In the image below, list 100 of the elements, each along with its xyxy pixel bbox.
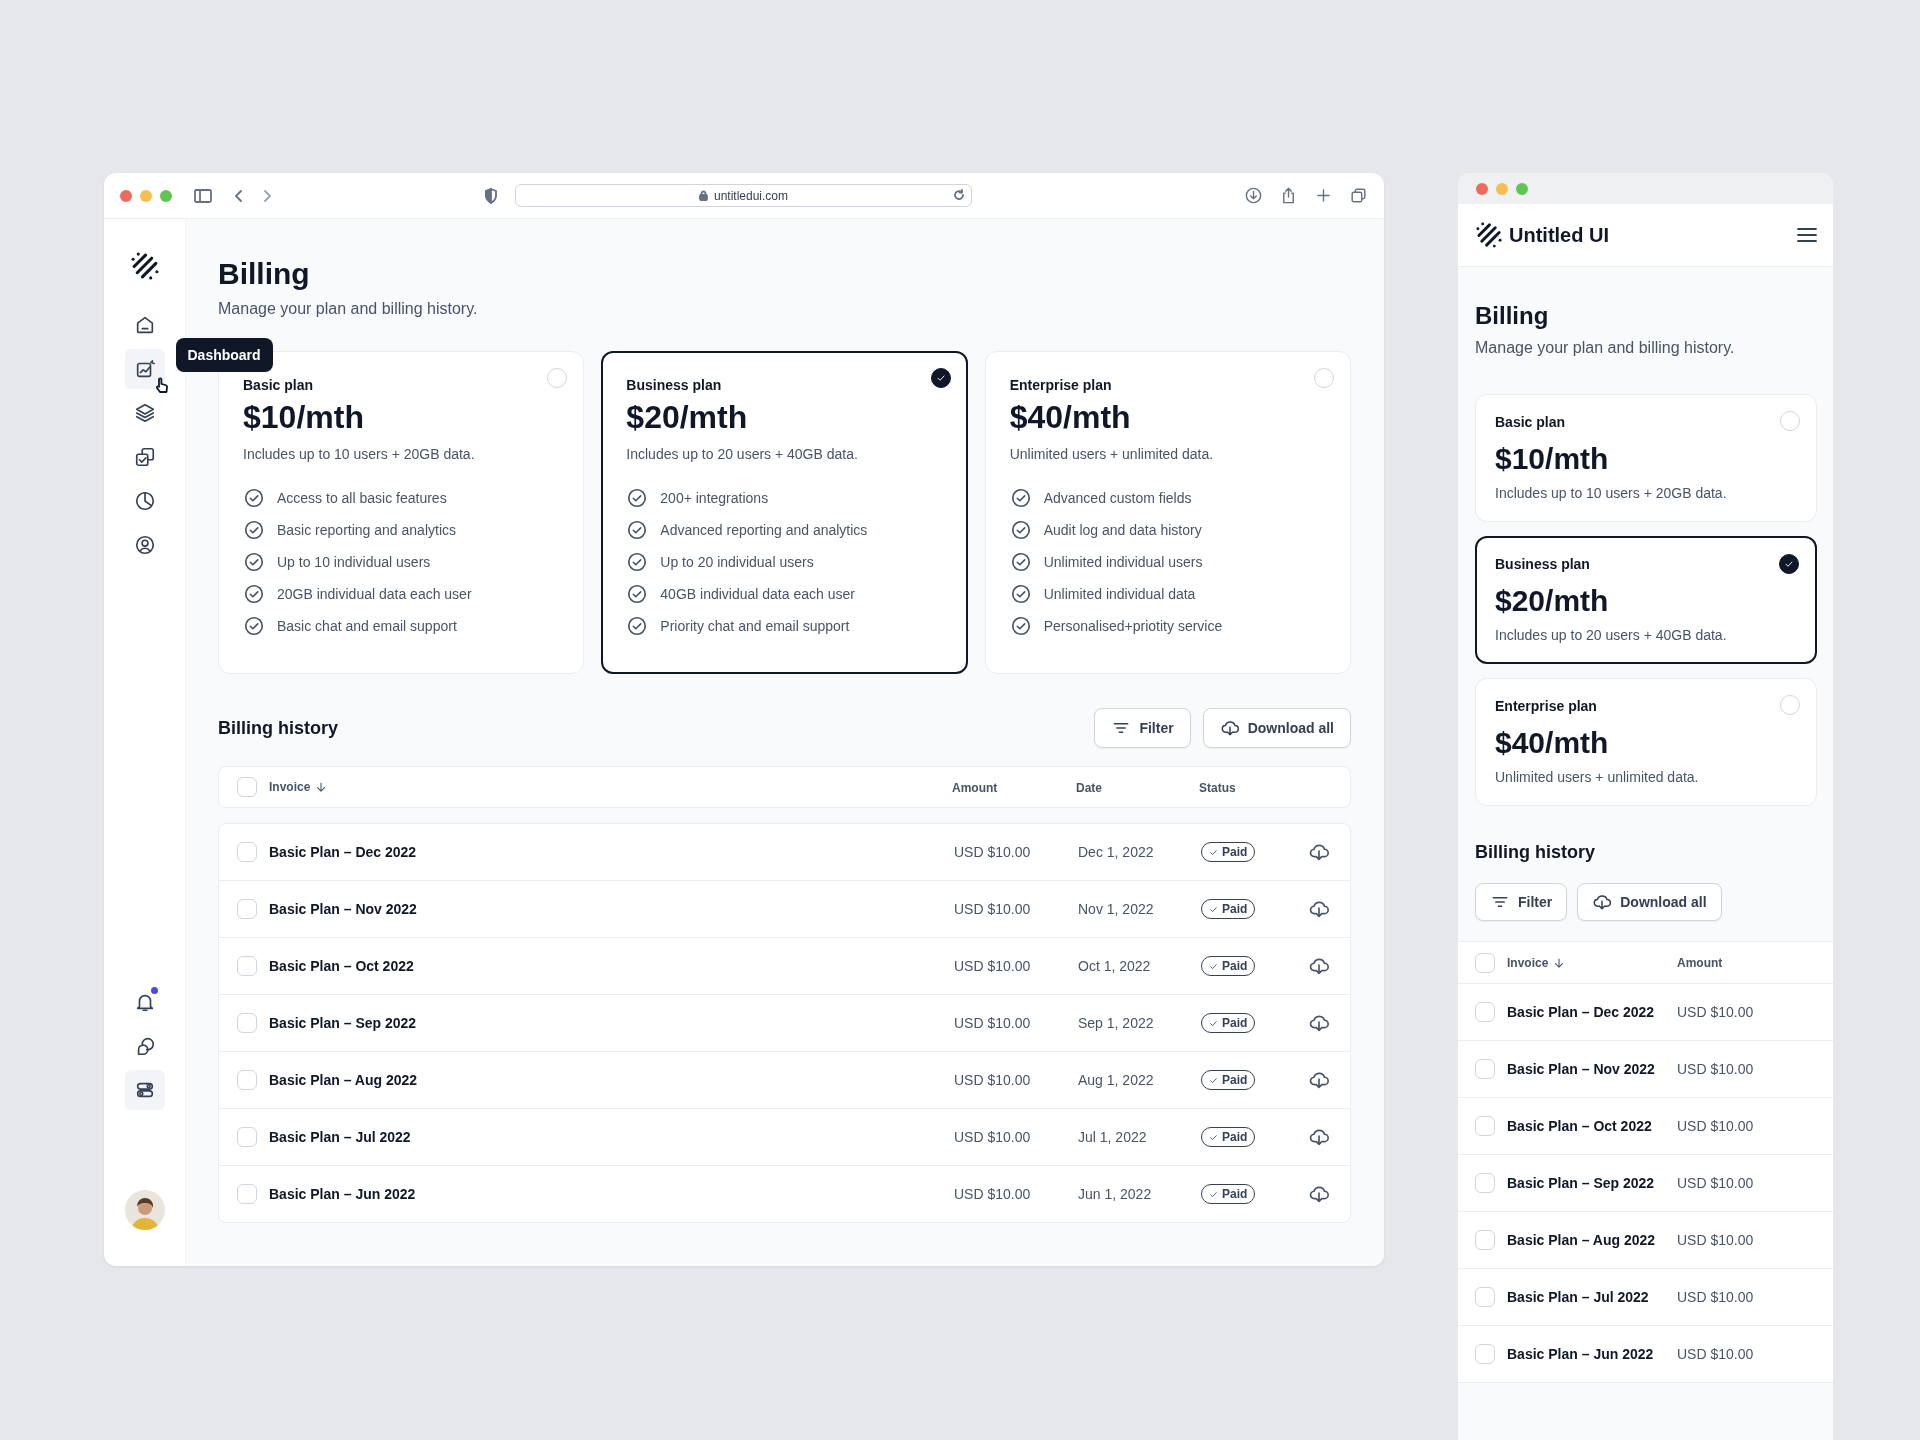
date-cell-text: Jun 1, 2022 bbox=[1078, 1186, 1153, 1202]
checkbox[interactable] bbox=[1475, 1230, 1495, 1250]
page-title: Billing bbox=[1475, 301, 1550, 331]
column-header: Invoice bbox=[269, 780, 311, 794]
check-circle-icon bbox=[626, 519, 649, 541]
plus-icon[interactable] bbox=[1314, 186, 1333, 205]
checkbox[interactable] bbox=[237, 899, 257, 919]
amount-cell-text: USD $10.00 bbox=[954, 1072, 1032, 1088]
notification-dot bbox=[150, 987, 158, 994]
checkbox[interactable] bbox=[1475, 1116, 1495, 1136]
check-circle-icon bbox=[1009, 551, 1032, 573]
column-header: Status bbox=[1199, 781, 1236, 795]
page-subtitle: Manage your plan and billing history. bbox=[1475, 338, 1736, 358]
invoice-name: Basic Plan – Jun 2022 bbox=[269, 1186, 417, 1202]
date-cell-text: Aug 1, 2022 bbox=[1078, 1072, 1155, 1088]
checkbox[interactable] bbox=[237, 1184, 257, 1204]
amount-cell-text: USD $10.00 bbox=[954, 901, 1032, 917]
section-title: Billing history bbox=[1475, 841, 1596, 864]
plan-name: Enterprise plan bbox=[1495, 697, 1597, 716]
plan-description: Unlimited users + unlimited data. bbox=[1495, 768, 1700, 787]
check-circle-icon bbox=[243, 487, 265, 509]
plan-description: Unlimited users + unlimited data. bbox=[1009, 445, 1215, 464]
checkbox[interactable] bbox=[1475, 1002, 1495, 1022]
checkbox[interactable] bbox=[237, 842, 257, 862]
plan-card[interactable]: Business plan $20/mth Includes up to 20 users + 40GB data. bbox=[1475, 536, 1817, 664]
amount-cell: USD $10.00 bbox=[1677, 1175, 1754, 1191]
checkbox[interactable] bbox=[237, 1070, 257, 1090]
plan-price: $20/mth bbox=[626, 398, 749, 437]
invoice-name: Basic Plan – Jun 2022 bbox=[1507, 1346, 1655, 1362]
plan-name: Basic plan bbox=[1495, 413, 1566, 432]
checkbox[interactable] bbox=[1475, 1173, 1495, 1193]
sidebar-icon[interactable] bbox=[194, 187, 212, 204]
date-cell-text: Sep 1, 2022 bbox=[1078, 1015, 1155, 1031]
amount-cell: USD $10.00 bbox=[1677, 1004, 1754, 1020]
window-control[interactable] bbox=[1476, 182, 1488, 195]
shield-icon bbox=[484, 188, 498, 204]
cloud-download-icon bbox=[1592, 892, 1613, 912]
download-all-button[interactable]: Download all bbox=[1202, 708, 1351, 748]
column-header: Date bbox=[1076, 781, 1102, 795]
download-icon[interactable] bbox=[1244, 186, 1263, 205]
plan-description: Includes up to 20 users + 40GB data. bbox=[1495, 626, 1728, 645]
invoice-name: Basic Plan – Aug 2022 bbox=[269, 1072, 419, 1088]
checkbox[interactable] bbox=[237, 1013, 257, 1033]
checkbox[interactable] bbox=[237, 956, 257, 976]
invoice-name: Basic Plan – Oct 2022 bbox=[269, 958, 415, 974]
cloud-download-icon bbox=[1219, 718, 1240, 738]
window-control[interactable] bbox=[120, 189, 132, 202]
nav-item[interactable] bbox=[124, 1070, 165, 1110]
plan-card[interactable]: Business plan $20/mth Includes up to 20 users + 40GB data. 200+ integrations Advanced reporting and analytics Up to 20 individual users 40GB individual data each user Priority chat and email support bbox=[601, 351, 968, 674]
feature-text: Basic reporting and analytics bbox=[277, 522, 456, 538]
plan-price: $10/mth bbox=[243, 398, 365, 437]
download-all-button[interactable]: Download all bbox=[1577, 883, 1722, 921]
feature-text: Audit log and data history bbox=[1043, 522, 1202, 538]
plan-card[interactable]: Enterprise plan $40/mth Unlimited users + unlimited data. bbox=[1475, 678, 1817, 806]
checkbox[interactable] bbox=[237, 777, 257, 797]
column-header: Amount bbox=[952, 781, 998, 795]
checkbox[interactable] bbox=[237, 1127, 257, 1147]
amount-cell-text: USD $10.00 bbox=[954, 1015, 1032, 1031]
feature-text: Advanced reporting and analytics bbox=[660, 522, 868, 538]
check-circle-icon bbox=[1009, 615, 1032, 637]
invoice-name: Basic Plan – Sep 2022 bbox=[269, 1015, 418, 1031]
section-title: Billing history bbox=[218, 717, 338, 739]
check-circle-icon bbox=[1009, 519, 1032, 541]
plan-card[interactable]: Basic plan $10/mth Includes up to 10 users + 20GB data. bbox=[1475, 394, 1817, 522]
checkbox[interactable] bbox=[1475, 1287, 1495, 1307]
column-header: Invoice bbox=[1507, 955, 1549, 970]
filter-button[interactable]: Filter bbox=[1475, 883, 1568, 921]
feature-text: Basic chat and email support bbox=[277, 618, 457, 634]
check-circle-icon bbox=[626, 583, 649, 605]
lock-icon bbox=[698, 190, 708, 201]
invoice-name: Basic Plan – Aug 2022 bbox=[1507, 1232, 1657, 1248]
filter-button[interactable]: Filter bbox=[1094, 708, 1191, 748]
amount-cell-text: USD $10.00 bbox=[954, 844, 1032, 860]
date-cell-text: Oct 1, 2022 bbox=[1078, 958, 1152, 974]
feature-text: Up to 20 individual users bbox=[660, 554, 814, 570]
tabs-icon[interactable] bbox=[1349, 186, 1368, 205]
plan-price: $40/mth bbox=[1009, 398, 1132, 437]
plan-name: Basic plan bbox=[243, 376, 314, 395]
logo-icon[interactable] bbox=[1475, 221, 1503, 249]
amount-cell: USD $10.00 bbox=[1677, 1346, 1754, 1362]
plan-description: Includes up to 20 users + 40GB data. bbox=[626, 445, 859, 464]
check-circle-icon bbox=[243, 615, 265, 637]
check-square-icon bbox=[133, 446, 156, 468]
address-bar[interactable]: untitledui.com bbox=[515, 184, 972, 207]
radio-button[interactable] bbox=[1779, 554, 1799, 574]
plan-card[interactable]: Enterprise plan $40/mth Unlimited users + unlimited data. Advanced custom fields Audit log and data history Unlimited individual users Unlimited individual data Personalised+priotity service bbox=[984, 351, 1351, 674]
logo-icon[interactable] bbox=[129, 251, 160, 281]
reload-icon[interactable] bbox=[953, 189, 965, 201]
check-circle-icon bbox=[1009, 583, 1032, 605]
radio-button[interactable] bbox=[930, 368, 951, 388]
plan-price: $20/mth bbox=[1495, 583, 1610, 619]
checkbox[interactable] bbox=[1475, 952, 1495, 973]
plan-name: Business plan bbox=[626, 376, 722, 395]
user-circle-icon bbox=[133, 534, 156, 556]
checkbox[interactable] bbox=[1475, 1059, 1495, 1079]
amount-cell: USD $10.00 bbox=[1677, 1289, 1754, 1305]
brand-name: Untitled UI bbox=[1509, 223, 1609, 247]
checkbox[interactable] bbox=[1475, 1344, 1495, 1364]
check-circle-icon bbox=[626, 487, 649, 509]
invoice-name: Basic Plan – Oct 2022 bbox=[1507, 1118, 1653, 1134]
